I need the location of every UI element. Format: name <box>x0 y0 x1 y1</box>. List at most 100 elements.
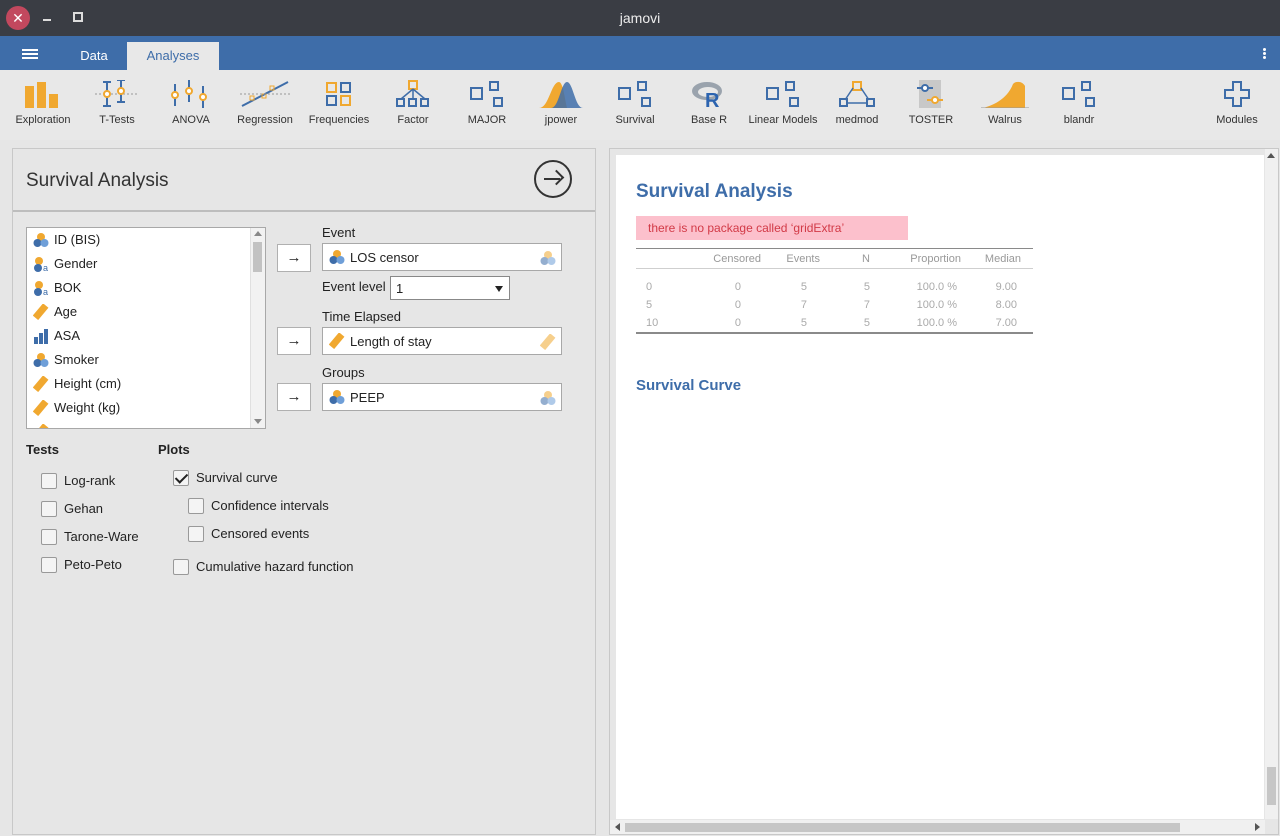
exploration-icon <box>25 82 58 108</box>
results-horizontal-scrollbar[interactable] <box>610 820 1265 834</box>
scroll-up-icon[interactable] <box>254 231 262 236</box>
censored-events-label: Censored events <box>211 526 310 541</box>
toster-icon <box>917 80 943 108</box>
nominal-type-icon <box>540 391 556 405</box>
svg-text:a: a <box>43 263 48 272</box>
nominal-text-icon: a <box>34 281 48 296</box>
scrollbar-thumb[interactable] <box>1267 767 1276 805</box>
tarone-ware-checkbox[interactable] <box>41 529 57 545</box>
confidence-intervals-checkbox[interactable] <box>188 498 204 514</box>
gehan-label: Gehan <box>64 501 104 516</box>
svg-text:a: a <box>43 287 48 296</box>
ribbon-frequencies[interactable]: Frequencies <box>302 80 376 126</box>
nominal-icon <box>33 353 49 367</box>
col-header-n: N <box>862 253 870 265</box>
ribbon-factor[interactable]: Factor <box>376 80 450 126</box>
cumulative-hazard-checkbox[interactable] <box>173 559 189 575</box>
factor-icon <box>396 80 429 107</box>
ribbon-exploration[interactable]: Exploration <box>6 80 80 126</box>
continuous-icon <box>33 304 49 320</box>
nominal-icon <box>33 233 49 247</box>
variable-list-scrollbar[interactable] <box>250 228 265 428</box>
scrollbar-thumb[interactable] <box>253 242 262 272</box>
nominal-icon <box>329 250 345 264</box>
col-header-proportion: Proportion <box>910 253 961 265</box>
event-level-label: Event level <box>322 279 386 294</box>
log-rank-label: Log-rank <box>64 473 116 488</box>
ribbon-anova[interactable]: ANOVA <box>154 80 228 126</box>
ribbon-t-tests[interactable]: T-Tests <box>80 80 154 126</box>
ribbon-walrus[interactable]: Walrus <box>968 80 1042 126</box>
plus-icon <box>1224 81 1250 107</box>
tab-data[interactable]: Data <box>64 42 124 70</box>
main-tabbar: Data Analyses <box>0 36 1280 70</box>
gehan-checkbox[interactable] <box>41 501 57 517</box>
continuous-icon <box>33 424 49 428</box>
linear-models-icon <box>766 81 799 107</box>
ribbon-linear-models[interactable]: Linear Models <box>746 80 820 126</box>
scroll-down-icon[interactable] <box>254 419 262 424</box>
scrollbar-thumb[interactable] <box>625 823 1180 832</box>
error-message: there is no package called ‘gridExtra’ <box>636 216 908 240</box>
scroll-right-icon[interactable] <box>1255 823 1260 831</box>
nominal-type-icon <box>540 251 556 265</box>
ribbon-medmod[interactable]: medmod <box>820 80 894 126</box>
table-header-rule <box>636 268 1033 269</box>
ribbon-major[interactable]: MAJOR <box>450 80 524 126</box>
t-tests-icon <box>95 80 139 107</box>
chevron-down-icon <box>495 286 503 292</box>
run-analysis-button[interactable] <box>534 160 572 198</box>
survival-curve-checkbox[interactable] <box>173 470 189 486</box>
ribbon-base-r[interactable]: R Base R <box>672 80 746 126</box>
groups-field[interactable]: PEEP <box>322 383 562 411</box>
ribbon-toster[interactable]: TOSTER <box>894 80 968 126</box>
censored-events-checkbox[interactable] <box>188 526 204 542</box>
confidence-intervals-label: Confidence intervals <box>211 498 329 513</box>
window-titlebar: ✕ jamovi <box>0 0 1280 36</box>
event-label: Event <box>322 225 356 240</box>
ribbon-modules[interactable]: Modules <box>1200 80 1274 126</box>
variable-list[interactable]: ID (BIS) a Gender a BOK Age ASA Smoker H… <box>26 227 266 429</box>
window-title: jamovi <box>619 10 661 26</box>
col-header-censored: Censored <box>713 253 761 265</box>
ribbon-jpower[interactable]: jpower <box>524 80 598 126</box>
move-to-time-button[interactable]: → <box>277 327 311 355</box>
results-vertical-scrollbar[interactable] <box>1265 149 1278 819</box>
continuous-icon <box>33 376 49 392</box>
nominal-text-icon: a <box>34 257 48 272</box>
table-top-rule <box>636 248 1033 249</box>
results-title: Survival Analysis <box>636 181 793 202</box>
tests-heading: Tests <box>26 442 59 457</box>
regression-icon <box>240 81 290 107</box>
ribbon-regression[interactable]: Regression <box>228 80 302 126</box>
svg-text:R: R <box>705 90 720 108</box>
peto-peto-checkbox[interactable] <box>41 557 57 573</box>
major-icon <box>470 81 503 107</box>
peto-peto-label: Peto-Peto <box>64 557 122 572</box>
results-view[interactable]: Survival Analysis there is no package ca… <box>616 155 1264 819</box>
ribbon-survival[interactable]: Survival <box>598 80 672 126</box>
tab-analyses[interactable]: Analyses <box>127 42 219 70</box>
event-field[interactable]: LOS censor <box>322 243 562 271</box>
continuous-type-icon <box>540 334 556 350</box>
col-header-median: Median <box>984 253 1021 265</box>
more-options-icon[interactable] <box>1263 48 1266 51</box>
time-elapsed-field[interactable]: Length of stay <box>322 327 562 355</box>
scroll-left-icon[interactable] <box>615 823 620 831</box>
move-to-event-button[interactable]: → <box>277 244 311 272</box>
move-to-groups-button[interactable]: → <box>277 383 311 411</box>
ribbon-blandr[interactable]: blandr <box>1042 80 1116 126</box>
analyses-ribbon: Exploration T-Tests ANOVA Regression Fre… <box>0 70 1280 140</box>
anova-icon <box>171 80 207 108</box>
log-rank-checkbox[interactable] <box>41 473 57 489</box>
jpower-icon <box>539 82 583 108</box>
cumulative-hazard-label: Cumulative hazard function <box>196 559 354 574</box>
event-level-select[interactable]: 1 <box>390 276 510 300</box>
continuous-icon <box>33 400 49 416</box>
nominal-icon <box>329 390 345 404</box>
menu-icon[interactable] <box>22 49 38 59</box>
scroll-up-icon[interactable] <box>1267 153 1275 158</box>
tarone-ware-label: Tarone-Ware <box>64 529 139 544</box>
groups-label: Groups <box>322 365 365 380</box>
continuous-icon <box>329 333 345 349</box>
